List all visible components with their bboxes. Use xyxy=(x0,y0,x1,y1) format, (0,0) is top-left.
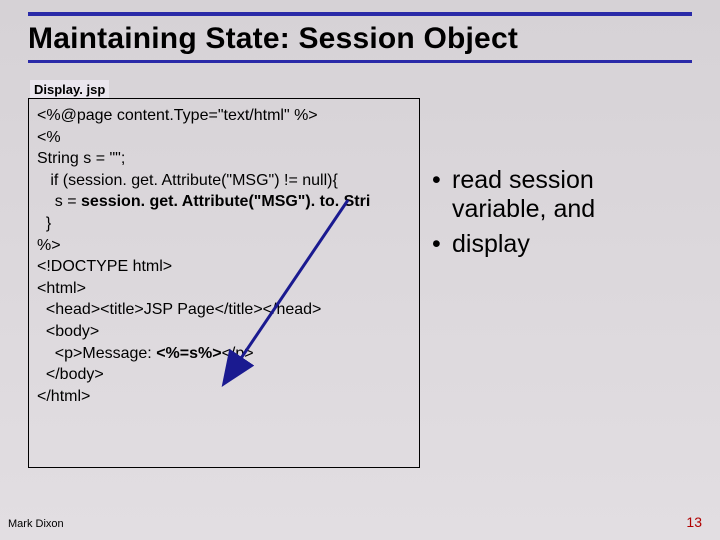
code-line: } xyxy=(37,213,411,235)
code-line: %> xyxy=(37,235,411,257)
filename-label: Display. jsp xyxy=(30,80,109,99)
top-rule xyxy=(28,12,692,16)
code-bold: session. get. Attribute("MSG"). to. Stri xyxy=(81,193,370,210)
code-line: s = session. get. Attribute("MSG"). to. … xyxy=(37,191,411,213)
code-line: if (session. get. Attribute("MSG") != nu… xyxy=(37,170,411,192)
code-line: <% xyxy=(37,127,411,149)
title-rule xyxy=(28,60,692,63)
code-text: </p> xyxy=(222,345,254,362)
bullet-item: • display xyxy=(432,230,692,259)
code-text: s = xyxy=(37,193,81,210)
code-line: <html> xyxy=(37,278,411,300)
code-line: <head><title>JSP Page</title></head> xyxy=(37,299,411,321)
code-line: <p>Message: <%=s%></p> xyxy=(37,343,411,365)
slide-title: Maintaining State: Session Object xyxy=(28,22,692,56)
code-text: <p>Message: xyxy=(37,345,156,362)
bullet-dot-icon: • xyxy=(432,230,452,259)
bullet-list: • read session variable, and • display xyxy=(432,166,692,264)
code-line: String s = ""; xyxy=(37,148,411,170)
code-box: <%@page content.Type="text/html" %><%Str… xyxy=(28,98,420,468)
code-line: <body> xyxy=(37,321,411,343)
code-bold: <%=s%> xyxy=(156,345,221,362)
footer-page-number: 13 xyxy=(686,514,702,530)
code-line: <!DOCTYPE html> xyxy=(37,256,411,278)
bullet-item: • read session variable, and xyxy=(432,166,692,224)
bullet-text: display xyxy=(452,230,692,259)
code-line: </html> xyxy=(37,386,411,408)
code-line: <%@page content.Type="text/html" %> xyxy=(37,105,411,127)
code-line: </body> xyxy=(37,364,411,386)
footer-author: Mark Dixon xyxy=(8,518,64,530)
bullet-text: read session variable, and xyxy=(452,166,692,224)
bullet-dot-icon: • xyxy=(432,166,452,224)
